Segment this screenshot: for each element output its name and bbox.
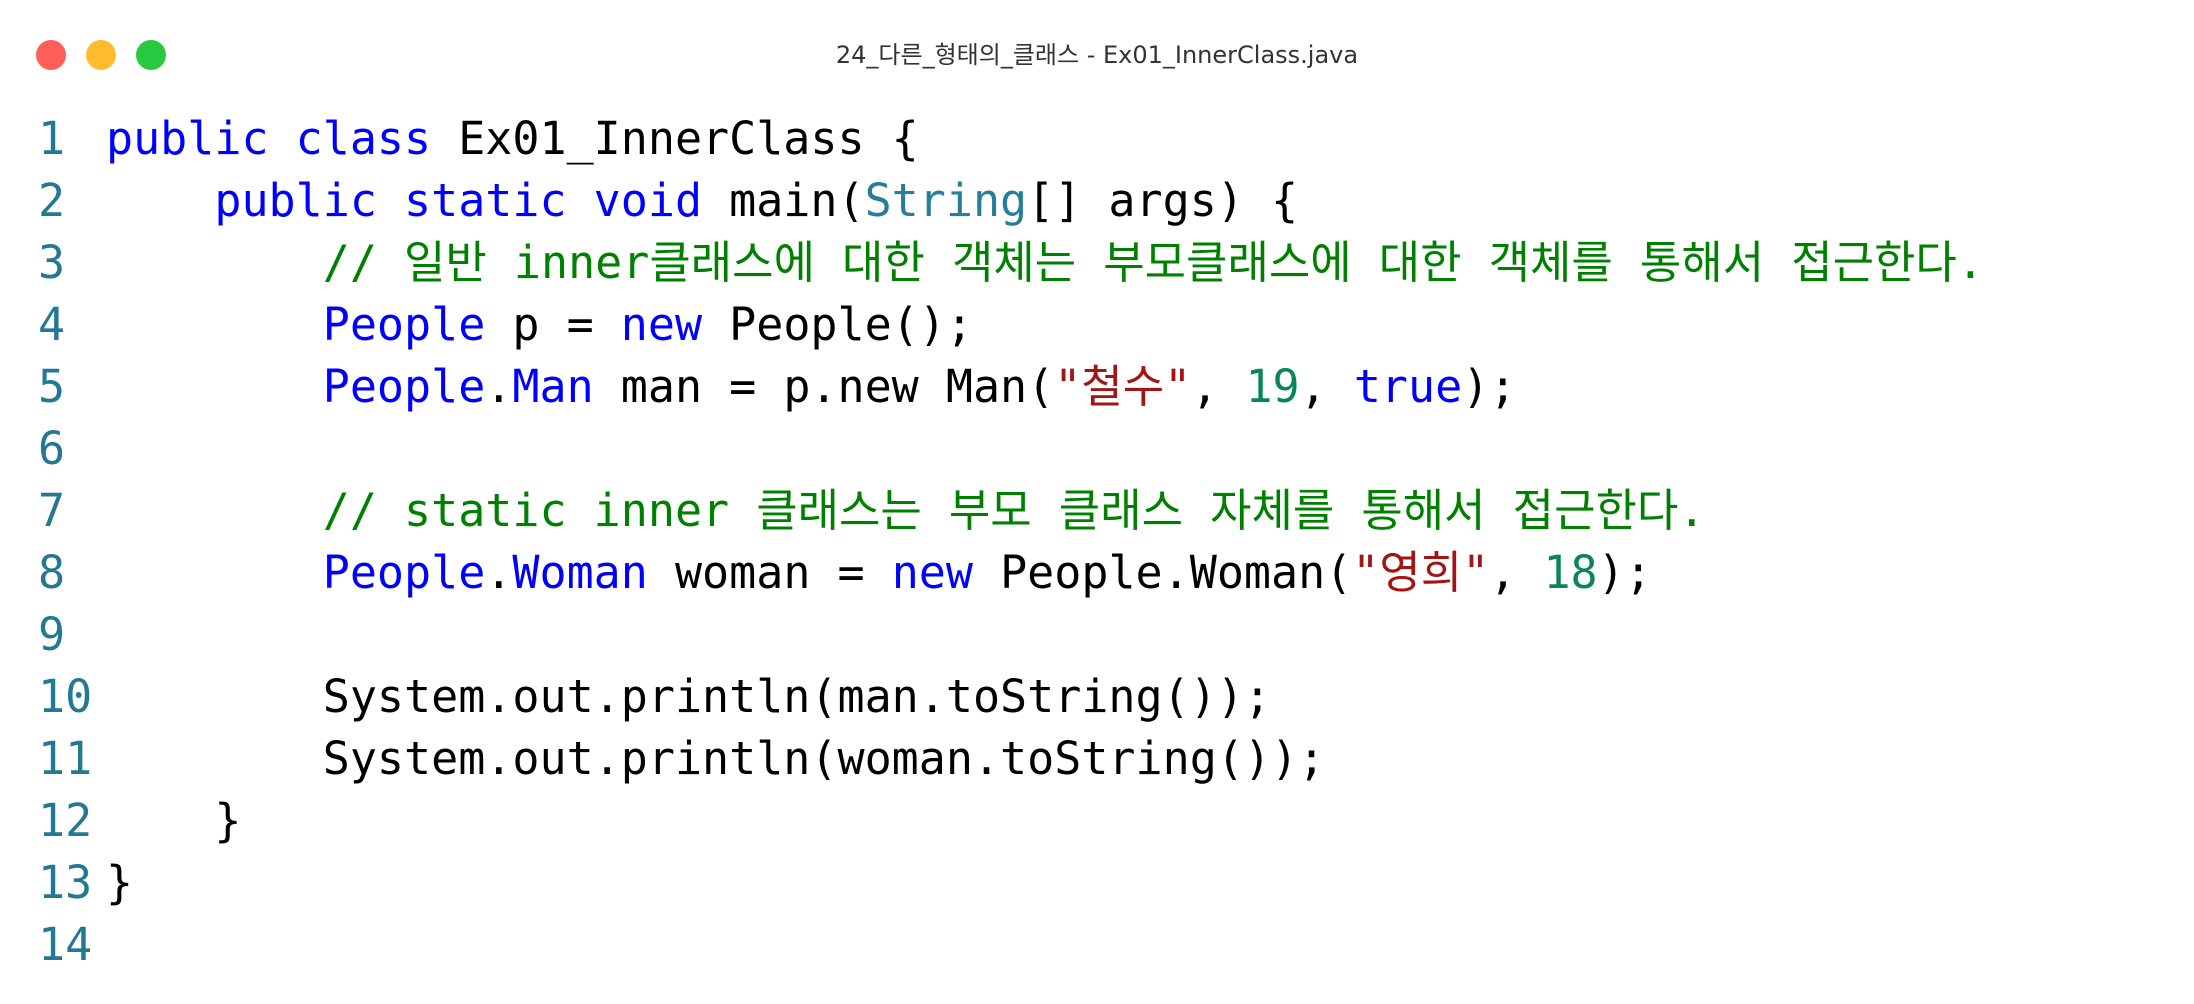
code-line[interactable]: 14 bbox=[0, 914, 2194, 976]
code-token-plain: System.out.println(man.toString()); bbox=[106, 670, 1271, 723]
code-token-plain: ); bbox=[1597, 546, 1652, 599]
line-number: 12 bbox=[38, 794, 93, 847]
line-number: 1 bbox=[38, 112, 66, 165]
code-token-string: "영희" bbox=[1352, 546, 1490, 599]
code-text: System.out.println(man.toString()); bbox=[106, 666, 2194, 728]
line-number: 9 bbox=[38, 608, 66, 661]
line-number: 13 bbox=[38, 856, 93, 909]
code-text: } bbox=[106, 852, 2194, 914]
code-text: // static inner 클래스는 부모 클래스 자체를 통해서 접근한다… bbox=[106, 480, 2194, 542]
code-token-plain: People.Woman( bbox=[972, 546, 1353, 599]
code-line[interactable]: 7 // static inner 클래스는 부모 클래스 자체를 통해서 접근… bbox=[0, 480, 2194, 542]
code-token-keyword: new bbox=[620, 298, 703, 351]
code-token-plain: woman = bbox=[647, 546, 892, 599]
code-token-plain: } bbox=[106, 794, 242, 847]
code-text: public static void main(String[] args) { bbox=[106, 170, 2194, 232]
code-text: public class Ex01_InnerClass { bbox=[106, 108, 2194, 170]
code-token-class: People bbox=[106, 298, 486, 351]
code-token-plain: , bbox=[1489, 546, 1544, 599]
code-token-string: "철수" bbox=[1054, 360, 1192, 413]
code-token-plain: man = p.new Man( bbox=[593, 360, 1055, 413]
code-token-plain: . bbox=[485, 546, 513, 599]
line-number: 14 bbox=[38, 918, 93, 971]
code-token-plain: People(); bbox=[702, 298, 973, 351]
code-token-keyword: public static void bbox=[106, 174, 703, 227]
line-number: 11 bbox=[38, 732, 93, 785]
code-text: People.Woman woman = new People.Woman("영… bbox=[106, 542, 2194, 604]
code-token-class: Man bbox=[512, 360, 594, 413]
code-token-plain: , bbox=[1191, 360, 1246, 413]
code-text: System.out.println(woman.toString()); bbox=[106, 728, 2194, 790]
line-number: 7 bbox=[38, 484, 66, 537]
title-bar: 24_다른_형태의_클래스 - Ex01_InnerClass.java bbox=[0, 0, 2194, 108]
code-token-plain: p = bbox=[485, 298, 621, 351]
code-line[interactable]: 2 public static void main(String[] args)… bbox=[0, 170, 2194, 232]
code-line[interactable]: 6 bbox=[0, 418, 2194, 480]
code-line[interactable]: 11 System.out.println(woman.toString()); bbox=[0, 728, 2194, 790]
code-line[interactable]: 8 People.Woman woman = new People.Woman(… bbox=[0, 542, 2194, 604]
code-token-plain: . bbox=[485, 360, 513, 413]
code-line[interactable]: 13} bbox=[0, 852, 2194, 914]
code-token-keyword: new bbox=[891, 546, 973, 599]
code-token-class: People bbox=[106, 546, 486, 599]
code-line[interactable]: 1 public class Ex01_InnerClass { bbox=[0, 108, 2194, 170]
code-line[interactable]: 3 // 일반 inner클래스에 대한 객체는 부모클래스에 대한 객체를 통… bbox=[0, 232, 2194, 294]
code-token-plain: System.out.println(woman.toString()); bbox=[106, 732, 1326, 785]
line-number: 6 bbox=[38, 422, 66, 475]
code-line[interactable]: 5 People.Man man = p.new Man("철수", 19, t… bbox=[0, 356, 2194, 418]
code-token-plain: } bbox=[106, 856, 134, 909]
code-token-number: 19 bbox=[1245, 360, 1300, 413]
code-window: 24_다른_형태의_클래스 - Ex01_InnerClass.java 1 pu… bbox=[0, 0, 2194, 1004]
line-number: 3 bbox=[38, 236, 66, 289]
code-text: People p = new People(); bbox=[106, 294, 2194, 356]
window-title: 24_다른_형태의_클래스 - Ex01_InnerClass.java bbox=[835, 41, 1359, 69]
line-number: 5 bbox=[38, 360, 66, 413]
code-token-plain: main( bbox=[702, 174, 865, 227]
code-line[interactable]: 12 } bbox=[0, 790, 2194, 852]
line-number: 8 bbox=[38, 546, 66, 599]
code-token-plain: [] args) { bbox=[1027, 174, 1299, 227]
code-token-plain: Ex01_InnerClass { bbox=[431, 112, 919, 165]
code-line[interactable]: 4 People p = new People(); bbox=[0, 294, 2194, 356]
code-token-keyword: public class bbox=[106, 112, 432, 165]
code-token-keyword: true bbox=[1353, 360, 1463, 413]
code-text: People.Man man = p.new Man("철수", 19, tru… bbox=[106, 356, 2194, 418]
code-token-type: String bbox=[864, 174, 1028, 227]
code-token-class: Woman bbox=[512, 546, 648, 599]
code-token-number: 18 bbox=[1543, 546, 1598, 599]
code-line[interactable]: 9 bbox=[0, 604, 2194, 666]
code-token-comment: // static inner 클래스는 부모 클래스 자체를 통해서 접근한다… bbox=[106, 484, 1706, 537]
code-token-plain: , bbox=[1299, 360, 1354, 413]
code-text: } bbox=[106, 790, 2194, 852]
code-token-comment: // 일반 inner클래스에 대한 객체는 부모클래스에 대한 객체를 통해서… bbox=[106, 236, 1984, 289]
code-editor[interactable]: 1 public class Ex01_InnerClass {2 public … bbox=[0, 108, 2194, 976]
line-number: 2 bbox=[38, 174, 66, 227]
code-text: // 일반 inner클래스에 대한 객체는 부모클래스에 대한 객체를 통해서… bbox=[106, 232, 2194, 294]
line-number: 4 bbox=[38, 298, 66, 351]
code-line[interactable]: 10 System.out.println(man.toString()); bbox=[0, 666, 2194, 728]
line-number: 10 bbox=[38, 670, 93, 723]
code-token-class: People bbox=[106, 360, 486, 413]
code-token-plain: ); bbox=[1462, 360, 1517, 413]
